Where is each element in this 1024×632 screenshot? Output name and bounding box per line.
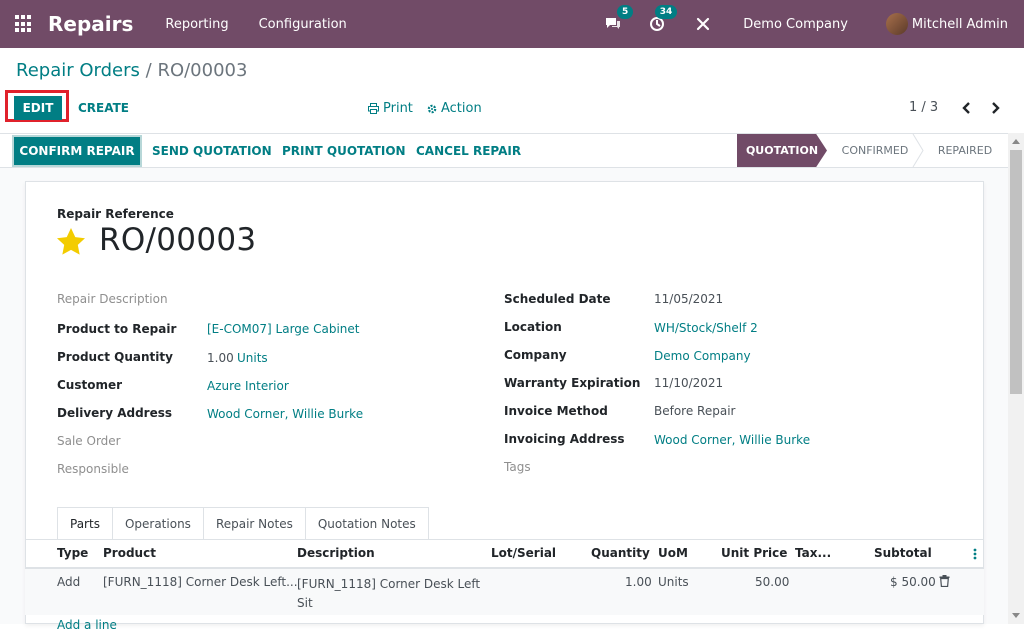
repair-reference-label: Repair Reference bbox=[57, 207, 174, 221]
tab-repair-notes[interactable]: Repair Notes bbox=[202, 507, 306, 540]
create-button[interactable]: CREATE bbox=[78, 101, 129, 115]
notebook-tabs: Parts Operations Repair Notes Quotation … bbox=[57, 507, 429, 540]
messages-icon[interactable]: 5 bbox=[603, 5, 634, 34]
print-icon bbox=[368, 103, 379, 114]
stage-repaired[interactable]: REPAIRED bbox=[922, 134, 1008, 167]
print-button[interactable]: Print bbox=[368, 101, 413, 116]
scrollbar-thumb[interactable] bbox=[1010, 150, 1022, 394]
warranty-expiration-value: 11/10/2021 bbox=[654, 376, 724, 390]
messages-count-badge: 5 bbox=[617, 5, 634, 19]
breadcrumb-separator: / bbox=[145, 60, 152, 81]
menu-configuration[interactable]: Configuration bbox=[259, 17, 347, 32]
invoicing-address-value[interactable]: Wood Corner, Willie Burke bbox=[654, 433, 810, 447]
breadcrumb: Repair Orders / RO/00003 bbox=[16, 60, 247, 81]
menu-reporting[interactable]: Reporting bbox=[165, 17, 228, 32]
tab-parts[interactable]: Parts bbox=[57, 507, 113, 540]
row-quantity: 1.00 bbox=[625, 575, 652, 589]
repair-description-label: Repair Description bbox=[57, 292, 168, 306]
pager-previous-icon[interactable] bbox=[960, 99, 974, 117]
top-navbar: Repairs Reporting Configuration 5 34 Dem… bbox=[0, 0, 1024, 48]
tab-quotation-notes[interactable]: Quotation Notes bbox=[304, 507, 429, 540]
row-description: [FURN_1118] Corner Desk Left Sit bbox=[297, 577, 481, 610]
delivery-address-label: Delivery Address bbox=[57, 406, 173, 420]
app-name[interactable]: Repairs bbox=[48, 12, 133, 36]
column-quantity[interactable]: Quantity bbox=[591, 546, 650, 560]
row-uom: Units bbox=[658, 575, 689, 589]
gear-icon bbox=[427, 104, 437, 113]
action-button[interactable]: Action bbox=[427, 101, 482, 116]
row-product: [FURN_1118] Corner Desk Left... bbox=[103, 575, 298, 589]
column-uom[interactable]: UoM bbox=[658, 546, 688, 560]
column-unit-price[interactable]: Unit Price bbox=[721, 546, 787, 560]
send-quotation-button[interactable]: SEND QUOTATION bbox=[152, 144, 272, 158]
print-label: Print bbox=[383, 101, 413, 116]
scroll-down-icon[interactable] bbox=[1011, 612, 1021, 620]
sale-order-label: Sale Order bbox=[57, 434, 121, 448]
customer-value[interactable]: Azure Interior bbox=[207, 379, 289, 393]
add-line-link[interactable]: Add a line bbox=[57, 618, 117, 632]
apps-menu-icon[interactable] bbox=[15, 15, 33, 33]
column-lot-serial[interactable]: Lot/Serial bbox=[491, 546, 556, 560]
invoice-method-value: Before Repair bbox=[654, 404, 736, 418]
scheduled-date-label: Scheduled Date bbox=[504, 292, 611, 306]
activities-icon[interactable]: 34 bbox=[647, 5, 678, 34]
product-quantity-value: 1.00 bbox=[207, 351, 234, 365]
repair-reference-title: RO/00003 bbox=[99, 222, 257, 258]
scroll-up-icon[interactable] bbox=[1011, 137, 1021, 145]
company-switcher[interactable]: Demo Company bbox=[743, 17, 848, 32]
responsible-label: Responsible bbox=[57, 462, 129, 476]
row-unit-price: 50.00 bbox=[755, 575, 790, 589]
navbar-systray: 5 34 Demo Company Mitchell Admin bbox=[603, 0, 1024, 48]
location-label: Location bbox=[504, 320, 562, 334]
column-product[interactable]: Product bbox=[103, 546, 156, 560]
product-to-repair-label: Product to Repair bbox=[57, 322, 177, 336]
location-value[interactable]: WH/Stock/Shelf 2 bbox=[654, 321, 758, 335]
star-icon[interactable] bbox=[55, 226, 87, 258]
print-quotation-button[interactable]: PRINT QUOTATION bbox=[282, 144, 406, 158]
activities-count-badge: 34 bbox=[654, 5, 678, 19]
user-avatar[interactable] bbox=[885, 13, 908, 35]
scheduled-date-value: 11/05/2021 bbox=[654, 292, 724, 306]
tags-label: Tags bbox=[504, 460, 531, 474]
trash-icon[interactable] bbox=[939, 575, 950, 587]
product-quantity-label: Product Quantity bbox=[57, 350, 173, 364]
pager-next-icon[interactable] bbox=[988, 99, 1002, 117]
warranty-expiration-label: Warranty Expiration bbox=[504, 376, 641, 390]
column-type[interactable]: Type bbox=[57, 546, 88, 560]
pager-value[interactable]: 1 / 3 bbox=[909, 100, 938, 115]
product-quantity-unit[interactable]: Units bbox=[237, 351, 268, 365]
column-options-icon[interactable] bbox=[973, 548, 977, 560]
breadcrumb-parent[interactable]: Repair Orders bbox=[16, 60, 140, 81]
confirm-repair-button[interactable]: CONFIRM REPAIR bbox=[14, 137, 140, 165]
company-value[interactable]: Demo Company bbox=[654, 349, 751, 363]
row-type: Add bbox=[57, 575, 81, 589]
form-statusbar: CONFIRM REPAIR SEND QUOTATION PRINT QUOT… bbox=[0, 133, 1008, 168]
edit-button[interactable]: EDIT bbox=[14, 96, 62, 120]
tabs-divider bbox=[25, 539, 984, 540]
customer-label: Customer bbox=[57, 378, 123, 392]
invoicing-address-label: Invoicing Address bbox=[504, 432, 625, 446]
stage-confirmed[interactable]: CONFIRMED bbox=[830, 134, 920, 167]
breadcrumb-current: RO/00003 bbox=[157, 60, 248, 81]
user-menu[interactable]: Mitchell Admin bbox=[912, 17, 1008, 32]
company-label: Company bbox=[504, 348, 567, 362]
delivery-address-value[interactable]: Wood Corner, Willie Burke bbox=[207, 407, 363, 421]
invoice-method-label: Invoice Method bbox=[504, 404, 608, 418]
debug-tools-icon[interactable] bbox=[693, 14, 713, 34]
product-to-repair-value[interactable]: [E-COM07] Large Cabinet bbox=[207, 322, 360, 336]
tab-operations[interactable]: Operations bbox=[111, 507, 204, 540]
row-subtotal: $ 50.00 bbox=[890, 575, 936, 589]
column-taxes[interactable]: Tax... bbox=[795, 546, 831, 560]
column-subtotal[interactable]: Subtotal bbox=[874, 546, 932, 560]
column-description[interactable]: Description bbox=[297, 546, 375, 560]
action-label: Action bbox=[441, 101, 482, 116]
cancel-repair-button[interactable]: CANCEL REPAIR bbox=[416, 144, 521, 158]
stage-quotation[interactable]: QUOTATION bbox=[737, 134, 827, 167]
